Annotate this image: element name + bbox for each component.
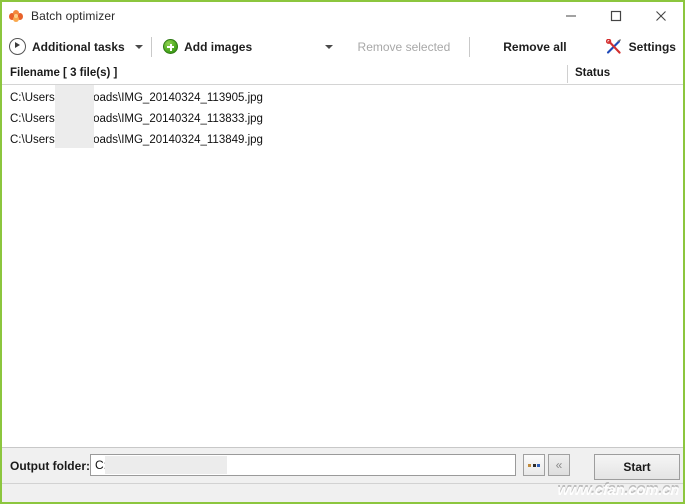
column-divider[interactable] xyxy=(567,65,568,83)
remove-selected-button: Remove selected xyxy=(351,30,458,63)
toolbar-separator xyxy=(151,36,153,57)
toolbar-separator xyxy=(469,36,471,57)
file-list[interactable]: Filename [ 3 file(s) ] Status C:\Users \… xyxy=(2,63,683,447)
chevron-down-icon xyxy=(324,44,333,49)
close-icon xyxy=(655,11,666,21)
remove-all-label: Remove all xyxy=(503,39,567,54)
collapse-button[interactable]: « xyxy=(548,454,570,476)
play-circle-icon xyxy=(9,38,26,55)
output-folder-label: Output folder: xyxy=(10,459,90,473)
settings-tools-icon xyxy=(605,38,621,54)
browse-folder-button[interactable] xyxy=(523,454,545,476)
file-list-rows: C:\Users \Downloads\IMG_20140324_113905.… xyxy=(2,85,683,151)
maximize-button[interactable] xyxy=(593,2,638,30)
add-images-button[interactable]: Add images xyxy=(156,30,259,63)
column-header-status[interactable]: Status xyxy=(575,67,610,79)
table-row[interactable]: C:\Users \Downloads\IMG_20140324_113849.… xyxy=(2,130,683,151)
column-header-filename[interactable]: Filename [ 3 file(s) ] xyxy=(10,67,117,79)
plus-circle-icon xyxy=(163,39,179,54)
remove-selected-label: Remove selected xyxy=(357,39,451,54)
window-controls xyxy=(548,2,683,30)
settings-label: Settings xyxy=(628,39,676,54)
window-title: Batch optimizer xyxy=(31,9,116,23)
settings-button[interactable]: Settings xyxy=(598,30,683,63)
close-button[interactable] xyxy=(638,2,683,30)
toolbar: Additional tasks Add images Remove selec… xyxy=(2,30,683,64)
chevron-down-icon xyxy=(135,44,144,49)
additional-tasks-button[interactable]: Additional tasks xyxy=(2,30,132,63)
additional-tasks-label: Additional tasks xyxy=(32,39,125,54)
remove-all-button[interactable]: Remove all xyxy=(496,30,573,63)
additional-tasks-dropdown[interactable] xyxy=(132,30,147,63)
watermark: www.cfan.com.cn xyxy=(557,481,679,498)
add-images-label: Add images xyxy=(184,39,253,54)
table-row[interactable]: C:\Users \Downloads\IMG_20140324_113833.… xyxy=(2,109,683,130)
ellipsis-icon xyxy=(528,463,540,467)
batch-optimizer-window: Batch optimizer Additional tasks Add ima… xyxy=(0,0,685,504)
start-button[interactable]: Start xyxy=(594,454,680,480)
app-icon xyxy=(8,8,24,24)
maximize-icon xyxy=(610,10,621,22)
redacted-path-overlay xyxy=(105,456,227,474)
table-row[interactable]: C:\Users \Downloads\IMG_20140324_113905.… xyxy=(2,88,683,109)
minimize-button[interactable] xyxy=(548,2,593,30)
double-chevron-left-icon: « xyxy=(555,458,563,472)
minimize-icon xyxy=(565,15,576,17)
title-bar: Batch optimizer xyxy=(2,2,683,30)
file-list-header: Filename [ 3 file(s) ] Status xyxy=(2,63,683,85)
add-images-dropdown[interactable] xyxy=(321,30,336,63)
